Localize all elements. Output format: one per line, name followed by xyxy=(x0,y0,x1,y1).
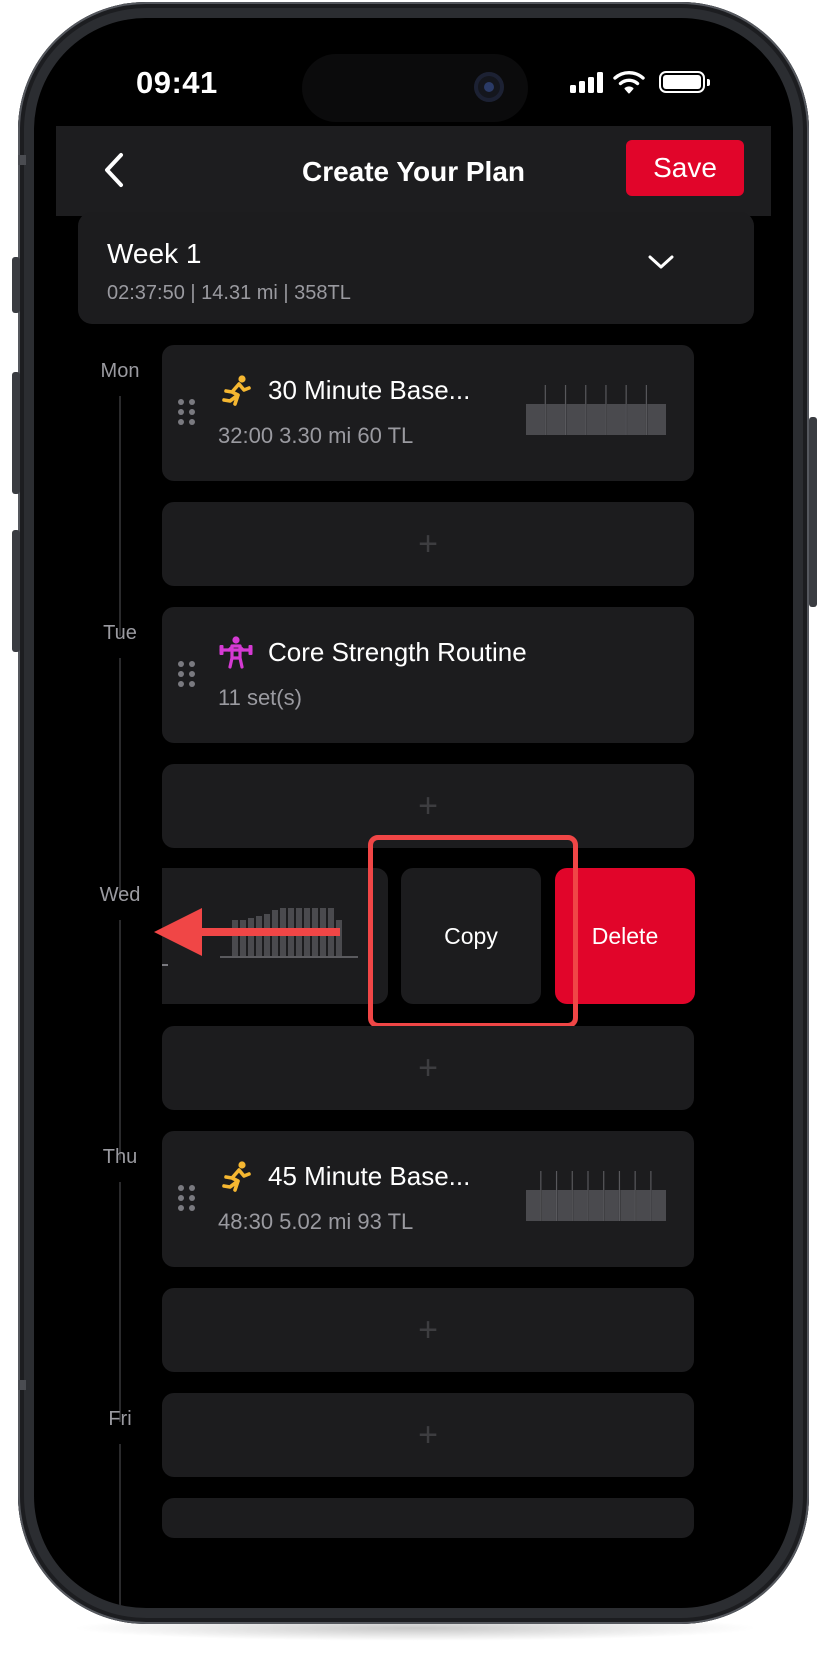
copy-highlight-box xyxy=(368,835,578,1028)
intensity-bar xyxy=(586,404,606,435)
day-label-tue: Tue xyxy=(103,622,137,644)
save-button[interactable]: Save xyxy=(626,140,744,196)
timeline-line xyxy=(119,658,121,898)
battery-icon xyxy=(659,71,710,93)
interval-tick xyxy=(603,1171,605,1221)
volume-up-button xyxy=(12,372,20,494)
phone-screen: 09:41 Create Your Plan Save Week 1 02:37… xyxy=(34,18,793,1608)
interval-tick xyxy=(544,385,546,435)
interval-tick xyxy=(587,1171,589,1221)
intensity-bar xyxy=(573,1190,588,1221)
intensity-bar xyxy=(636,1190,651,1221)
workout-title: Core Strength Routine xyxy=(268,637,527,667)
interval-tick xyxy=(571,1171,573,1221)
swipe-left-arrow-icon xyxy=(154,908,340,956)
workout-title: 45 Minute Base... xyxy=(268,1161,471,1191)
add-workout-button[interactable]: + xyxy=(162,1393,694,1477)
intensity-chart xyxy=(526,1171,666,1221)
workout-card[interactable]: Core Strength Routine 11 set(s) xyxy=(162,607,694,743)
intensity-bar xyxy=(651,1190,666,1221)
intensity-bar xyxy=(526,1190,541,1221)
drag-handle-icon[interactable] xyxy=(178,1185,195,1211)
intensity-bar xyxy=(627,404,646,435)
interval-tick xyxy=(645,385,647,435)
wifi-icon xyxy=(613,71,645,94)
status-time: 09:41 xyxy=(136,65,218,100)
add-workout-button[interactable]: + xyxy=(162,502,694,586)
week-selector[interactable]: Week 1 02:37:50 | 14.31 mi | 358TL xyxy=(78,212,754,324)
power-button xyxy=(809,417,817,607)
running-icon xyxy=(222,375,251,406)
intensity-bar xyxy=(526,404,545,435)
nav-bar: Create Your Plan Save xyxy=(56,126,771,216)
intensity-bar xyxy=(647,404,666,435)
intensity-chart xyxy=(526,385,666,435)
drag-handle-icon[interactable] xyxy=(178,661,195,687)
timeline-line xyxy=(119,1444,121,1608)
workout-card[interactable]: 30 Minute Base... 32:00 3.30 mi 60 TL xyxy=(162,345,694,481)
week-title: Week 1 xyxy=(107,238,202,269)
day-label-mon: Mon xyxy=(100,360,140,382)
workout-meta: 11 set(s) xyxy=(218,685,302,710)
drag-handle-icon[interactable] xyxy=(178,399,195,425)
add-workout-button[interactable]: + xyxy=(162,1288,694,1372)
timeline-line xyxy=(119,1182,121,1422)
week-summary: 02:37:50 | 14.31 mi | 358TL xyxy=(107,282,351,304)
intensity-bar xyxy=(546,404,565,435)
status-icons xyxy=(570,70,710,94)
intensity-bar xyxy=(566,404,586,435)
interval-tick xyxy=(634,1171,636,1221)
workout-meta: 48:30 5.02 mi 93 TL xyxy=(218,1209,414,1234)
add-workout-button[interactable]: + xyxy=(162,1026,694,1110)
day-label-fri: Fri xyxy=(108,1408,132,1430)
intensity-bar xyxy=(588,1190,604,1221)
intensity-bar xyxy=(604,1190,619,1221)
chevron-down-icon[interactable] xyxy=(648,254,674,270)
antenna-band xyxy=(18,155,26,165)
workout-card[interactable]: 45 Minute Base... 48:30 5.02 mi 93 TL xyxy=(162,1131,694,1267)
cellular-signal-icon xyxy=(570,71,603,93)
weightlifting-icon xyxy=(219,636,253,669)
intensity-bar xyxy=(557,1190,572,1221)
interval-tick xyxy=(625,385,627,435)
intensity-bar xyxy=(620,1190,635,1221)
day-label-thu: Thu xyxy=(102,1146,138,1168)
interval-tick xyxy=(555,1171,558,1221)
camera-icon xyxy=(474,72,504,102)
interval-tick xyxy=(540,1171,542,1221)
dynamic-island xyxy=(302,54,528,122)
next-card xyxy=(162,1498,694,1538)
workout-title: 30 Minute Base... xyxy=(268,375,471,405)
interval-tick xyxy=(650,1171,652,1221)
interval-tick xyxy=(618,1171,621,1221)
antenna-band xyxy=(18,1380,26,1390)
silent-switch xyxy=(12,257,20,313)
interval-tick xyxy=(564,385,567,435)
intensity-bar xyxy=(541,1190,556,1221)
volume-down-button xyxy=(12,530,20,652)
timeline-line xyxy=(119,396,121,636)
interval-tick xyxy=(585,385,587,435)
day-label-wed: Wed xyxy=(99,884,141,906)
timeline-line xyxy=(119,920,121,1160)
running-icon xyxy=(222,1161,251,1192)
interval-tick xyxy=(605,385,607,435)
intensity-bar xyxy=(606,404,626,435)
workout-meta: 32:00 3.30 mi 60 TL xyxy=(218,423,414,448)
